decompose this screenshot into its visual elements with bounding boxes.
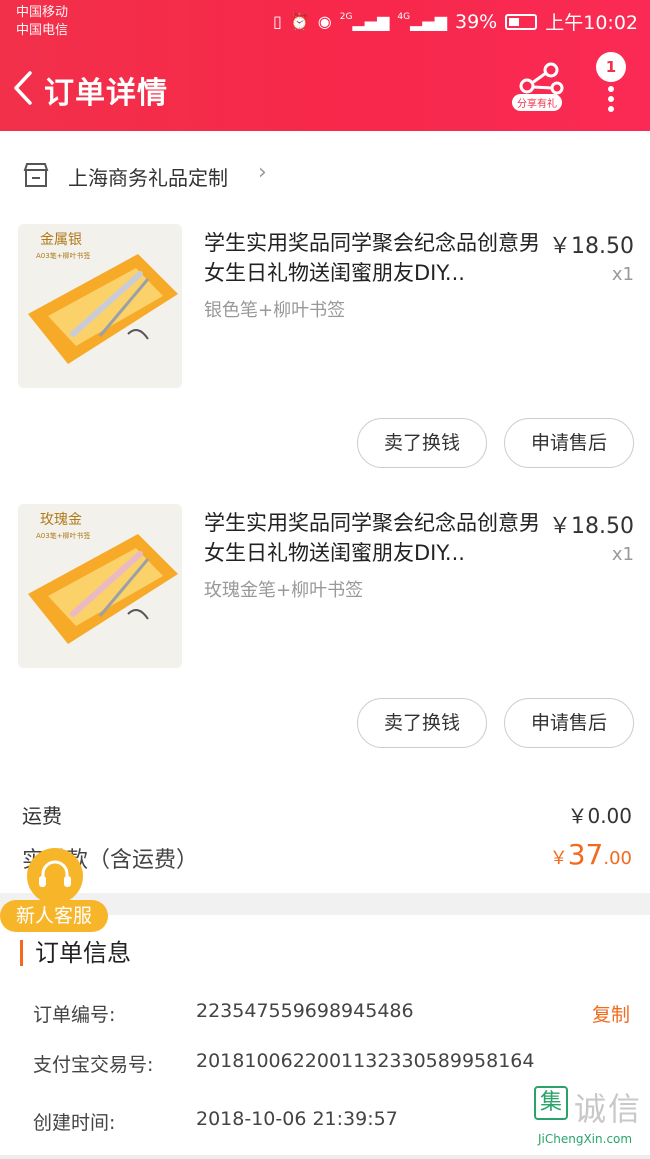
order-number-value: 223547559698945486 [196,1000,414,1022]
app-header: 中国移动 中国电信 ▯ ⏰ ◉ 2G▂▄▆ 4G▂▄▆ 39% 上午10:02 … [0,0,650,131]
alipay-trade-label: 支付宝交易号: [33,1054,154,1076]
shop-name: 上海商务礼品定制 [68,166,228,190]
watermark-text: 诚信 [574,1090,643,1128]
shipping-value: ￥0.00 [567,804,632,828]
order-number-label: 订单编号: [33,1004,116,1026]
shop-row[interactable]: 上海商务礼品定制 › [0,148,650,204]
status-icons: ▯ ⏰ ◉ 2G▂▄▆ 4G▂▄▆ 39% 上午10:02 [273,8,638,35]
order-item[interactable]: 玫瑰金 A03笔+柳叶书签 学生实用奖品同学聚会纪念品创意男女生日礼物送闺蜜朋友… [0,504,650,764]
share-label: 分享有礼 [512,94,562,111]
signal-icon: 2G▂▄▆ [339,12,390,31]
clock: 上午10:02 [545,12,638,34]
copy-button[interactable]: 复制 [592,1000,630,1027]
bottom-edge [0,1155,650,1159]
paid-integer: 37 [567,838,604,871]
product-quantity: x1 [611,264,634,285]
status-carriers: 中国移动 中国电信 [16,4,68,40]
paid-amount: ￥37.00 [550,838,632,871]
alipay-trade-value: 2018100622001132330589958164 [196,1050,535,1072]
product-price: ￥18.50 [549,514,634,539]
order-info-title: 订单信息 [20,940,131,966]
back-arrow-icon[interactable] [12,70,34,106]
after-sale-button[interactable]: 申请售后 [504,698,634,748]
customer-service-label: 新人客服 [0,900,108,932]
battery-percent: 39% [455,10,498,33]
battery-icon [505,13,538,30]
product-thumbnail[interactable]: 玫瑰金 A03笔+柳叶书签 [18,504,182,668]
product-spec: 玫瑰金笔+柳叶书签 [204,580,364,601]
svg-text:金属银: 金属银 [40,232,82,248]
watermark-url: JiChengXin.com [538,1132,633,1146]
vibrate-icon: ▯ [273,12,282,31]
product-title[interactable]: 学生实用奖品同学聚会纪念品创意男女生日礼物送闺蜜朋友DIY... [204,508,540,568]
created-time-label: 创建时间: [33,1112,116,1134]
order-number-row: 订单编号: 223547559698945486 复制 [0,1000,650,1040]
svg-text:玫瑰金: 玫瑰金 [40,512,82,528]
sell-for-cash-button[interactable]: 卖了换钱 [357,698,487,748]
alarm-icon: ⏰ [289,12,310,31]
more-vertical-icon [608,86,614,116]
pen-gift-box-image: 金属银 A03笔+柳叶书签 [18,224,182,388]
notification-badge: 1 [596,52,626,82]
watermark-box: 集 [534,1086,568,1120]
shipping-label: 运费 [22,804,62,828]
share-button[interactable]: 分享有礼 [510,62,570,114]
product-spec: 银色笔+柳叶书签 [204,300,346,321]
product-title[interactable]: 学生实用奖品同学聚会纪念品创意男女生日礼物送闺蜜朋友DIY... [204,228,540,288]
carrier-1: 中国移动 [16,5,69,20]
sell-for-cash-button[interactable]: 卖了换钱 [357,418,487,468]
svg-text:A03笔+柳叶书签: A03笔+柳叶书签 [36,531,91,540]
share-icon [519,62,564,95]
product-quantity: x1 [611,544,634,565]
order-item[interactable]: 金属银 A03笔+柳叶书签 学生实用奖品同学聚会纪念品创意男女生日礼物送闺蜜朋友… [0,224,650,484]
paid-decimal: .00 [603,848,632,869]
store-icon [23,163,49,187]
watermark-logo: 集 诚信 JiChengXin.com [530,1082,648,1154]
carrier-2: 中国电信 [16,23,69,38]
more-menu-button[interactable]: 1 [596,52,626,112]
headset-icon [27,848,83,904]
paid-currency: ￥ [549,848,568,869]
product-price: ￥18.50 [549,234,634,259]
chevron-right-icon: › [258,160,267,185]
signal-icon: 4G▂▄▆ [397,12,447,31]
after-sale-button[interactable]: 申请售后 [504,418,634,468]
pen-gift-box-image: 玫瑰金 A03笔+柳叶书签 [18,504,182,668]
customer-service-button[interactable]: 新人客服 [0,848,108,932]
created-time-value: 2018-10-06 21:39:57 [196,1108,398,1130]
product-thumbnail[interactable]: 金属银 A03笔+柳叶书签 [18,224,182,388]
svg-text:A03笔+柳叶书签: A03笔+柳叶书签 [36,251,91,260]
page-title: 订单详情 [44,76,168,111]
eye-icon: ◉ [317,12,332,31]
